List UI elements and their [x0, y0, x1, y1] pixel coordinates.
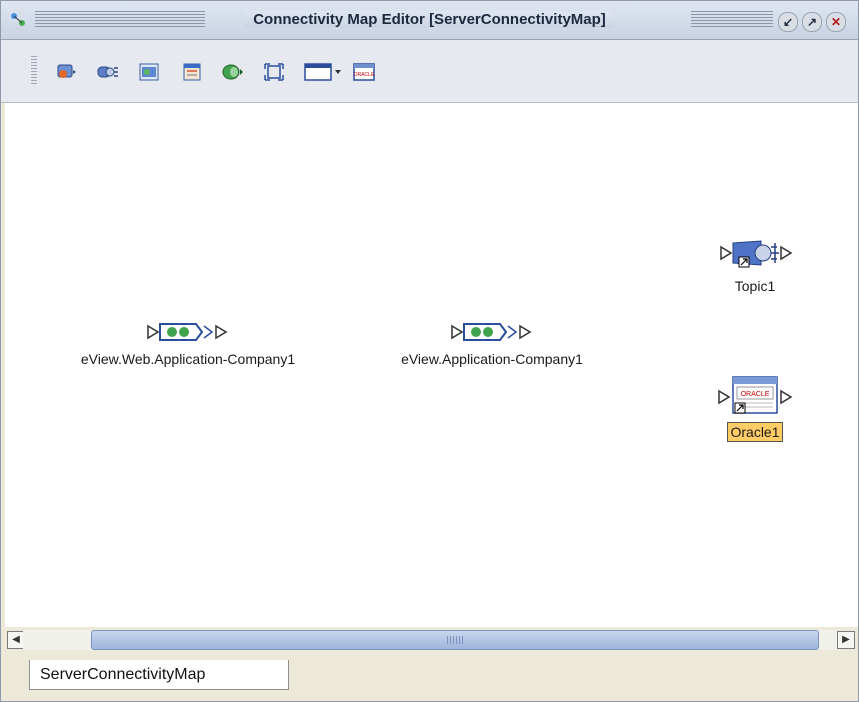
- add-topic-icon[interactable]: [97, 62, 119, 82]
- maximize-button[interactable]: ↗: [802, 12, 822, 32]
- external-application-dropdown-icon[interactable]: [303, 62, 343, 82]
- connectivity-map-editor-window: Connectivity Map Editor [ServerConnectiv…: [0, 0, 859, 702]
- toolbar: ORACLE: [1, 40, 858, 103]
- window-title: Connectivity Map Editor [ServerConnectiv…: [245, 11, 614, 28]
- scroll-right-button[interactable]: ▶: [837, 631, 855, 649]
- scrollbar-thumb-grip: [447, 636, 465, 644]
- close-button[interactable]: ✕: [826, 12, 846, 32]
- oracle-external-icon[interactable]: ORACLE: [353, 62, 375, 82]
- svg-text:ORACLE: ORACLE: [741, 391, 770, 398]
- toolbar-grip: [31, 56, 37, 86]
- application-node-icon: [451, 323, 532, 341]
- add-service-icon[interactable]: [138, 62, 160, 82]
- scrollbar-thumb[interactable]: [91, 630, 819, 650]
- node-label-topic: Topic1: [734, 278, 776, 294]
- node-label-application: eView.Application-Company1: [401, 351, 583, 367]
- connectivity-canvas[interactable]: eView.Web.Application-Company1 eView.App…: [5, 103, 858, 627]
- horizontal-scrollbar[interactable]: [23, 630, 839, 650]
- node-topic[interactable]: Topic1: [710, 235, 800, 294]
- node-label-web-application: eView.Web.Application-Company1: [80, 351, 296, 367]
- add-queue-icon[interactable]: [221, 62, 243, 82]
- node-label-oracle: Oracle1: [727, 422, 783, 442]
- node-web-application[interactable]: eView.Web.Application-Company1: [23, 318, 353, 367]
- topic-node-icon: [720, 240, 793, 268]
- node-application[interactable]: eView.Application-Company1: [357, 318, 627, 367]
- title-bar[interactable]: Connectivity Map Editor [ServerConnectiv…: [1, 1, 858, 40]
- svg-text:ORACLE: ORACLE: [354, 72, 375, 78]
- web-application-node-icon: [147, 323, 228, 341]
- add-form-icon[interactable]: [181, 62, 203, 82]
- tab-server-connectivity-map[interactable]: ServerConnectivityMap: [29, 660, 289, 690]
- auto-layout-icon[interactable]: [263, 62, 285, 82]
- tab-bar: ServerConnectivityMap: [5, 652, 858, 701]
- oracle-node-icon: ORACLE: [718, 376, 793, 414]
- add-web-application-icon[interactable]: [55, 62, 77, 82]
- restore-button[interactable]: ↙: [778, 12, 798, 32]
- node-oracle[interactable]: ORACLE Oracle1: [710, 373, 800, 442]
